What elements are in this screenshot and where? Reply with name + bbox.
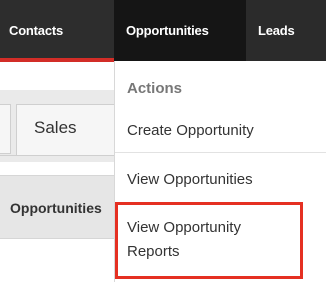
- list-view-title: Opportunities: [10, 200, 102, 216]
- nav-contacts-label: Contacts: [9, 23, 64, 38]
- nav-leads[interactable]: Leads: [246, 0, 326, 61]
- view-opportunity-reports-highlight[interactable]: View Opportunity Reports: [115, 202, 303, 279]
- tab-sales-label: Sales: [34, 118, 77, 137]
- nav-opportunities-label: Opportunities: [126, 23, 209, 38]
- nav-leads-label: Leads: [258, 23, 295, 38]
- menu-divider: [115, 152, 326, 153]
- tab-sales[interactable]: Sales: [16, 104, 114, 156]
- tab-partial[interactable]: [0, 104, 11, 154]
- top-nav: Contacts Opportunities Leads: [0, 0, 326, 62]
- list-view-header: Opportunities: [0, 175, 114, 239]
- tab-divider: [0, 155, 114, 156]
- create-opportunity-item[interactable]: Create Opportunity: [127, 122, 254, 139]
- nav-opportunities[interactable]: Opportunities: [114, 0, 246, 61]
- view-opportunities-item[interactable]: View Opportunities: [127, 171, 253, 188]
- view-opportunity-reports-item[interactable]: View Opportunity Reports: [127, 216, 295, 264]
- nav-active-indicator: [0, 58, 114, 62]
- nav-contacts[interactable]: Contacts: [0, 0, 114, 61]
- actions-header: Actions: [127, 80, 183, 97]
- opportunities-dropdown-menu: Actions Create Opportunity View Opportun…: [114, 61, 326, 282]
